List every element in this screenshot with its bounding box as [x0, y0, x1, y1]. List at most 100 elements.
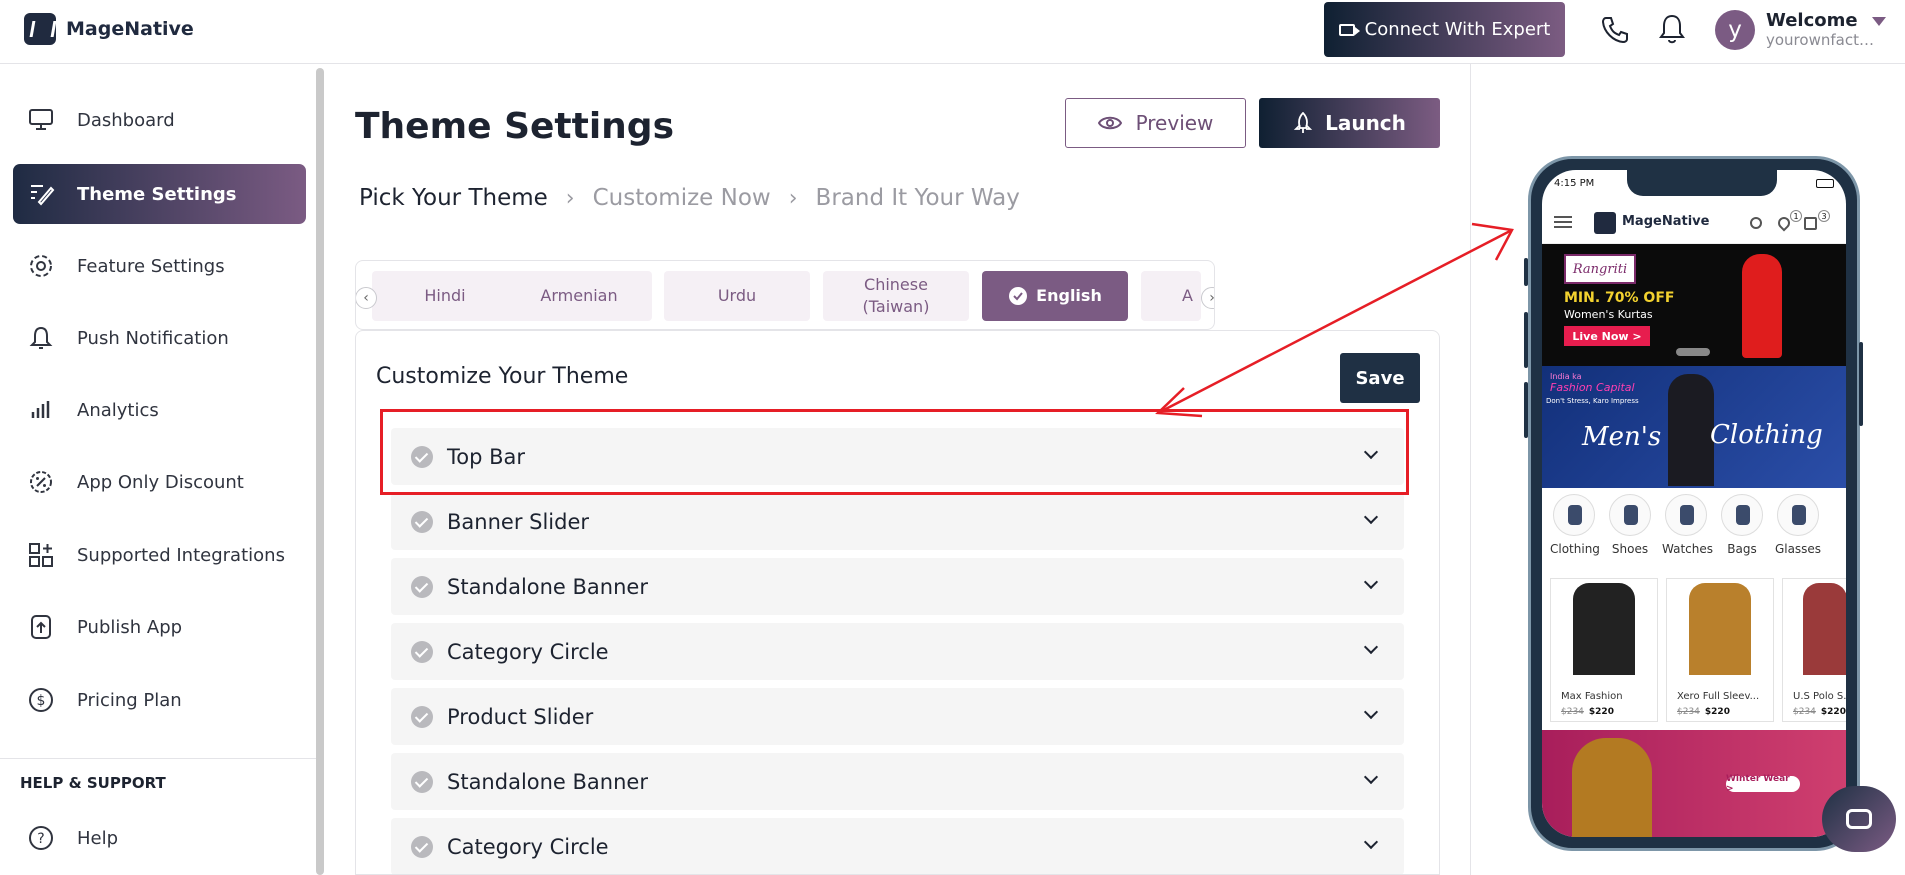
phone-banner-winter-wear: Winter Wear >	[1542, 730, 1846, 837]
magenative-logo-icon	[24, 13, 56, 45]
magenative-logo-icon	[1594, 212, 1616, 234]
category-item: Bags	[1718, 494, 1766, 556]
sidebar-scrollbar[interactable]	[316, 68, 324, 875]
launch-label: Launch	[1325, 111, 1406, 135]
chat-support-button[interactable]	[1822, 786, 1896, 852]
sidebar-divider	[0, 758, 316, 759]
section-label: Category Circle	[447, 639, 609, 664]
sidebar-item-supported-integrations[interactable]: Supported Integrations	[13, 525, 306, 585]
tab-language-chinese-taiwan[interactable]: Chinese (Taiwan)	[823, 271, 969, 321]
product-image	[1573, 583, 1635, 675]
category-label: Glasses	[1774, 542, 1822, 556]
sidebar-item-pricing-plan[interactable]: $ Pricing Plan	[13, 670, 306, 730]
sidebar-item-analytics[interactable]: Analytics	[13, 380, 306, 440]
section-product-slider[interactable]: Product Slider	[391, 688, 1404, 745]
scroll-right-button[interactable]: ›	[1201, 287, 1214, 309]
dashboard-icon	[27, 106, 55, 134]
wishlist-count: 1	[1790, 210, 1802, 222]
sidebar-item-label: Feature Settings	[77, 255, 225, 277]
help-icon: ?	[27, 824, 55, 852]
sidebar-item-push-notification[interactable]: Push Notification	[13, 308, 306, 368]
sidebar-item-label: Pricing Plan	[77, 689, 182, 711]
breadcrumb-brand-it[interactable]: Brand It Your Way	[816, 185, 1020, 211]
category-item: Clothing	[1550, 494, 1600, 556]
phone-side-button	[1524, 258, 1528, 286]
category-item: Glasses	[1774, 494, 1822, 556]
svg-text:?: ?	[37, 831, 44, 847]
sidebar-item-help[interactable]: ? Help	[13, 808, 306, 868]
sidebar-item-app-only-discount[interactable]: App Only Discount	[13, 452, 306, 512]
breadcrumb-customize-now[interactable]: Customize Now	[593, 185, 771, 211]
tab-language-urdu[interactable]: Urdu	[664, 271, 810, 321]
preview-divider	[1470, 64, 1471, 875]
check-circle-icon	[411, 640, 433, 663]
product-name: U.S Polo S...	[1793, 691, 1846, 702]
section-standalone-banner-2[interactable]: Standalone Banner	[391, 753, 1404, 810]
panel-title: Customize Your Theme	[376, 364, 629, 389]
bell-icon[interactable]	[1656, 12, 1688, 46]
sidebar-item-dashboard[interactable]: Dashboard	[13, 90, 306, 150]
breadcrumb-pick-theme[interactable]: Pick Your Theme	[359, 185, 548, 211]
phone-time: 4:15 PM	[1554, 178, 1595, 189]
welcome-text: Welcome	[1766, 10, 1858, 31]
chevron-down-icon	[1363, 509, 1379, 525]
preview-label: Preview	[1135, 111, 1214, 135]
username-text: yourownfacto...	[1766, 31, 1881, 49]
gear-icon	[27, 252, 55, 280]
banner-cta: Winter Wear >	[1726, 774, 1800, 794]
preview-button[interactable]: Preview	[1065, 98, 1246, 148]
launch-button[interactable]: Launch	[1259, 98, 1440, 148]
publish-icon	[27, 613, 55, 641]
cart-count: 3	[1818, 210, 1830, 222]
chevron-right-icon: ›	[788, 185, 798, 211]
top-bar-highlight-annotation	[380, 409, 1409, 495]
logo[interactable]: MageNative	[24, 13, 194, 45]
phone-icon[interactable]	[1599, 14, 1631, 46]
chevron-down-icon	[1363, 834, 1379, 850]
banner-cta: Live Now >	[1564, 326, 1650, 346]
section-category-circle-2[interactable]: Category Circle	[391, 818, 1404, 874]
watch-icon	[1665, 494, 1707, 536]
check-circle-icon	[411, 770, 433, 793]
bag-icon	[1721, 494, 1763, 536]
model-image	[1742, 254, 1782, 358]
tab-language-hindi[interactable]: Hindi	[372, 271, 518, 321]
chat-icon	[1846, 809, 1872, 829]
rangriti-logo: Rangriti	[1564, 254, 1636, 284]
battery-icon	[1816, 179, 1834, 188]
check-circle-icon	[411, 705, 433, 728]
section-category-circle[interactable]: Category Circle	[391, 623, 1404, 680]
sidebar-item-feature-settings[interactable]: Feature Settings	[13, 236, 306, 296]
section-label: Standalone Banner	[447, 574, 648, 599]
page-title: Theme Settings	[355, 106, 674, 147]
sidebar-item-publish-app[interactable]: Publish App	[13, 597, 306, 657]
tab-language-english[interactable]: English	[982, 271, 1128, 321]
section-standalone-banner[interactable]: Standalone Banner	[391, 558, 1404, 615]
scroll-left-button[interactable]: ‹	[356, 287, 377, 309]
section-label: Product Slider	[447, 704, 594, 729]
sidebar-item-label: Theme Settings	[77, 183, 237, 205]
chevron-down-icon	[1363, 704, 1379, 720]
banner-script-mens: Men's	[1582, 422, 1662, 452]
avatar[interactable]: y	[1715, 10, 1755, 50]
sidebar-item-theme-settings[interactable]: Theme Settings	[13, 164, 306, 224]
tab-language-armenian[interactable]: Armenian	[506, 271, 652, 321]
shoes-icon	[1609, 494, 1651, 536]
phone-side-button	[1524, 382, 1528, 438]
tab-language-partial[interactable]: A	[1141, 271, 1201, 321]
phone-notch	[1627, 170, 1777, 196]
check-circle-icon	[411, 575, 433, 598]
glasses-icon	[1777, 494, 1819, 536]
category-label: Bags	[1727, 542, 1757, 556]
phone-side-button	[1859, 342, 1863, 426]
connect-with-expert-button[interactable]: Connect With Expert	[1324, 2, 1565, 57]
product-name: Xero Full Sleev...	[1677, 691, 1760, 702]
banner-subtitle: Women's Kurtas	[1564, 308, 1653, 321]
product-price: $234 $220	[1793, 707, 1846, 717]
product-name: Max Fashion	[1561, 691, 1623, 702]
sidebar-item-label: App Only Discount	[77, 471, 244, 493]
account-dropdown-icon[interactable]	[1872, 17, 1886, 26]
banner-script-clothing: Clothing	[1710, 420, 1823, 450]
save-button[interactable]: Save	[1340, 353, 1420, 403]
section-banner-slider[interactable]: Banner Slider	[391, 493, 1404, 550]
